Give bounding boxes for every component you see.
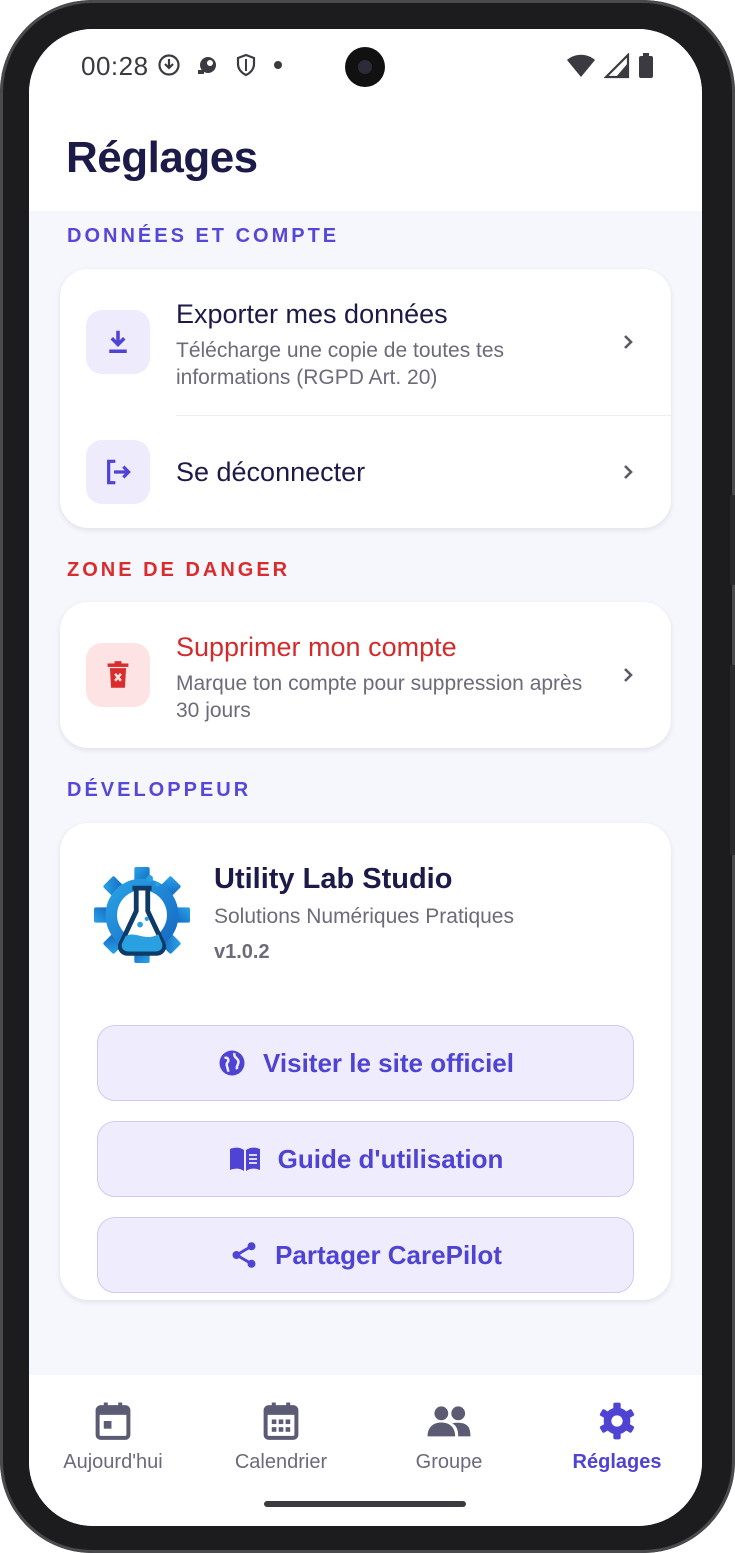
status-icons-right <box>566 53 654 79</box>
download-status-icon <box>158 54 180 76</box>
developer-tagline: Solutions Numériques Pratiques <box>214 905 514 928</box>
trash-icon <box>86 643 150 707</box>
calendar-month-icon <box>263 1402 299 1440</box>
export-data-title: Exporter mes données <box>176 299 448 329</box>
sync-status-icon <box>198 57 216 74</box>
account-card: Exporter mes données Télécharge une copi… <box>60 269 671 528</box>
download-icon <box>86 310 150 374</box>
nav-item-settings[interactable]: Réglages <box>533 1375 701 1485</box>
delete-account-subtitle: Marque ton compte pour suppression après… <box>176 672 583 722</box>
nav-label-calendar: Calendrier <box>234 1451 328 1473</box>
visit-website-label: Visiter le site officiel <box>263 1047 514 1078</box>
section-label-developer: DÉVELOPPEUR <box>67 779 252 801</box>
app-version: v1.0.2 <box>214 941 270 963</box>
bottom-navigation: Aujourd'hui Calendrier Groupe Réglages <box>29 1375 702 1526</box>
battery-icon <box>639 53 653 78</box>
utility-lab-logo <box>94 867 190 963</box>
chevron-right-icon <box>624 668 633 682</box>
phone-frame: 00:28 Réglages DONNÉES ET COMPTE Exporte… <box>0 0 735 1553</box>
delete-account-row[interactable]: Supprimer mon compte Marque ton compte p… <box>60 602 671 748</box>
screen: 00:28 Réglages DONNÉES ET COMPTE Exporte… <box>29 29 702 1526</box>
logout-title: Se déconnecter <box>176 457 366 487</box>
nav-item-group[interactable]: Groupe <box>365 1375 533 1485</box>
calendar-today-icon <box>95 1402 131 1440</box>
share-icon <box>232 1242 256 1268</box>
delete-account-title: Supprimer mon compte <box>176 632 457 662</box>
status-time: 00:28 <box>81 51 149 81</box>
user-guide-label: Guide d'utilisation <box>277 1143 504 1174</box>
chevron-right-icon <box>624 465 633 479</box>
nav-item-calendar[interactable]: Calendrier <box>197 1375 365 1485</box>
user-guide-button[interactable]: Guide d'utilisation <box>97 1121 634 1197</box>
page-title: Réglages <box>66 133 258 182</box>
logout-row[interactable]: Se déconnecter <box>60 416 671 528</box>
nav-label-today: Aujourd'hui <box>63 1451 163 1473</box>
power-button <box>730 665 735 855</box>
section-label-account: DONNÉES ET COMPTE <box>67 225 340 247</box>
visit-website-button[interactable]: Visiter le site officiel <box>97 1025 634 1101</box>
logout-icon <box>86 440 150 504</box>
chevron-right-icon <box>624 335 633 349</box>
export-data-subtitle: Télécharge une copie de toutes tes infor… <box>176 339 505 389</box>
section-label-danger: ZONE DE DANGER <box>67 559 291 581</box>
nav-item-today[interactable]: Aujourd'hui <box>29 1375 197 1485</box>
nav-label-settings: Réglages <box>572 1451 662 1473</box>
signal-icon <box>604 53 630 79</box>
share-app-button[interactable]: Partager CarePilot <box>97 1217 634 1293</box>
status-icons-left <box>157 53 285 77</box>
dot-icon <box>274 61 282 69</box>
wifi-icon <box>567 54 595 77</box>
page-header: Réglages <box>29 105 702 211</box>
volume-button <box>730 495 735 585</box>
group-icon <box>427 1406 471 1437</box>
nav-label-group: Groupe <box>415 1451 483 1473</box>
home-indicator[interactable] <box>264 1501 466 1507</box>
front-camera <box>345 47 385 87</box>
danger-card: Supprimer mon compte Marque ton compte p… <box>60 602 671 748</box>
developer-card: Utility Lab Studio Solutions Numériques … <box>60 823 671 1300</box>
globe-icon <box>219 1050 245 1076</box>
developer-name: Utility Lab Studio <box>214 863 453 895</box>
shield-icon <box>236 53 256 77</box>
gear-icon <box>599 1402 635 1440</box>
status-bar: 00:28 <box>29 29 702 105</box>
share-app-label: Partager CarePilot <box>275 1239 502 1270</box>
export-data-row[interactable]: Exporter mes données Télécharge une copi… <box>60 269 671 415</box>
book-icon <box>229 1147 260 1171</box>
